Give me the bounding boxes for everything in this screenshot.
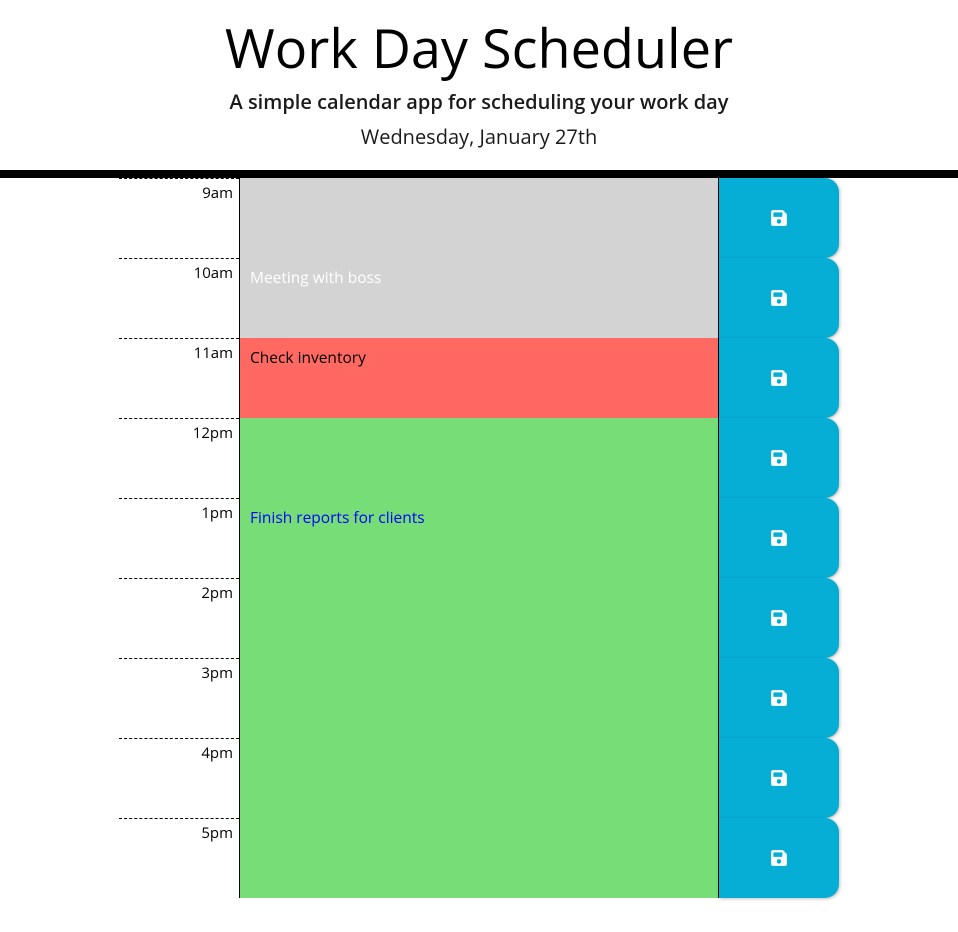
hour-label: 12pm — [119, 418, 239, 498]
save-icon — [770, 769, 788, 787]
save-button[interactable] — [719, 498, 839, 578]
hour-label: 3pm — [119, 658, 239, 738]
time-block: 1pm — [119, 498, 839, 578]
save-button[interactable] — [719, 818, 839, 898]
hour-label: 9am — [119, 178, 239, 258]
hour-label: 10am — [119, 258, 239, 338]
time-block: 11am — [119, 338, 839, 418]
save-icon — [770, 529, 788, 547]
page-subtitle: A simple calendar app for scheduling you… — [0, 88, 958, 115]
event-input[interactable] — [239, 338, 719, 418]
event-input[interactable] — [239, 498, 719, 578]
save-button[interactable] — [719, 578, 839, 658]
schedule-container: 9am10am11am12pm1pm2pm3pm4pm5pm — [119, 178, 839, 898]
save-button[interactable] — [719, 178, 839, 258]
save-icon — [770, 449, 788, 467]
hour-label: 1pm — [119, 498, 239, 578]
save-button[interactable] — [719, 418, 839, 498]
save-button[interactable] — [719, 738, 839, 818]
page-title: Work Day Scheduler — [0, 10, 958, 84]
current-day: Wednesday, January 27th — [0, 123, 958, 150]
hour-label: 11am — [119, 338, 239, 418]
save-icon — [770, 689, 788, 707]
save-icon — [770, 609, 788, 627]
save-icon — [770, 369, 788, 387]
time-block: 9am — [119, 178, 839, 258]
hour-label: 5pm — [119, 818, 239, 898]
page-header: Work Day Scheduler A simple calendar app… — [0, 0, 958, 178]
save-icon — [770, 849, 788, 867]
event-input[interactable] — [239, 178, 719, 258]
save-icon — [770, 289, 788, 307]
time-block: 3pm — [119, 658, 839, 738]
hour-label: 2pm — [119, 578, 239, 658]
event-input[interactable] — [239, 658, 719, 738]
save-icon — [770, 209, 788, 227]
event-input[interactable] — [239, 578, 719, 658]
time-block: 12pm — [119, 418, 839, 498]
save-button[interactable] — [719, 658, 839, 738]
event-input[interactable] — [239, 818, 719, 898]
event-input[interactable] — [239, 738, 719, 818]
save-button[interactable] — [719, 338, 839, 418]
save-button[interactable] — [719, 258, 839, 338]
event-input[interactable] — [239, 418, 719, 498]
time-block: 2pm — [119, 578, 839, 658]
time-block: 4pm — [119, 738, 839, 818]
time-block: 10am — [119, 258, 839, 338]
time-block: 5pm — [119, 818, 839, 898]
hour-label: 4pm — [119, 738, 239, 818]
event-input[interactable] — [239, 258, 719, 338]
